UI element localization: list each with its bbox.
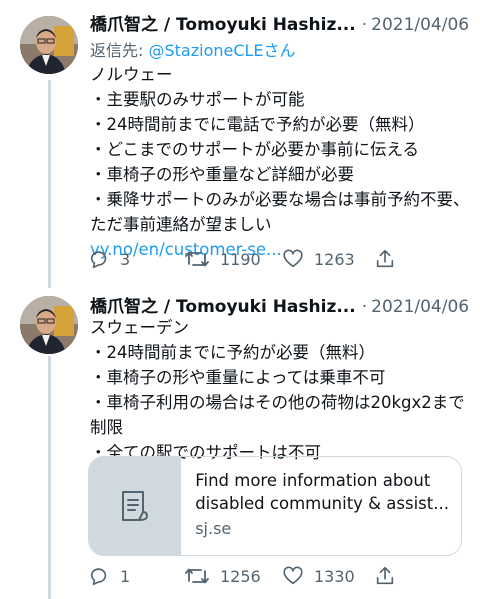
reply-button[interactable]: 3 [88,245,130,273]
retweet-count: 1256 [220,566,261,586]
speech-bubble-icon [90,251,107,269]
like-button[interactable]: 1330 [282,562,355,590]
card-thumbnail [89,457,182,555]
tweet-header: 橋爪智之 / Tomoyuki Hashiz... · 2021/04/06 [90,10,472,34]
tweet-text-line: ・乗降サポートのみが必要な場合は事前予約不要、 [90,190,470,209]
tweet-date[interactable]: 2021/04/06 [371,297,469,316]
profile-photo [20,16,78,74]
profile-photo [20,296,78,354]
retweet-count: 1190 [220,249,261,269]
tweet-text-line: ・車椅子利用の場合はその他の荷物は20kgx2まで [90,393,465,412]
card-title-line: disabled community & assist... [195,494,449,513]
tweet-header: 橋爪智之 / Tomoyuki Hashiz... · 2021/04/06 [90,292,472,316]
tweet-actions: 1 1256 1330 [88,562,408,590]
tweet-date[interactable]: 2021/04/06 [371,15,469,34]
like-count: 1330 [314,566,355,586]
retweet-button[interactable]: 1190 [184,245,261,273]
document-icon [121,491,148,521]
avatar[interactable] [20,296,78,354]
heart-icon [283,249,303,268]
like-button[interactable]: 1263 [282,245,355,273]
separator-dot: · [361,15,368,34]
link-preview-card[interactable]: Find more information about disabled com… [88,456,462,556]
reply-prefix: 返信先: [90,41,149,60]
like-count: 1263 [314,249,355,269]
retweet-arrows-icon [185,568,209,584]
card-domain: sj.se [195,519,232,538]
tweet-text-line: ・24時間前までに電話で予約が必要（無料） [90,115,425,134]
reply-mention-link[interactable]: @StazioneCLEさん [148,41,295,60]
tweet-text: スウェーデン ・24時間前までに予約が必要（無料） ・車椅子の形や重量によっては… [90,315,470,465]
retweet-button[interactable]: 1256 [184,562,261,590]
card-info: Find more information about disabled com… [181,457,461,555]
reply-button[interactable]: 1 [88,562,130,590]
thread-connector-line [48,356,51,599]
thread-connector-line [48,80,51,288]
tweet-text-line: ただ事前連絡が望ましい [90,215,272,234]
tweet-text-line: ・車椅子の形や重量など詳細が必要 [90,165,354,184]
tweet-text-line: スウェーデン [90,318,189,337]
share-upload-icon [376,566,394,585]
reply-count: 1 [120,566,131,586]
tweet-actions: 3 1190 1263 [88,245,408,273]
tweet-text-line: ・車椅子の形や重量によっては乗車不可 [90,368,386,387]
author-name[interactable]: 橋爪智之 / Tomoyuki Hashiz... [90,297,356,316]
avatar[interactable] [20,16,78,74]
tweet-text: ノルウェー ・主要駅のみサポートが可能 ・24時間前までに電話で予約が必要（無料… [90,62,470,262]
share-button[interactable] [374,245,396,273]
retweet-arrows-icon [185,251,209,267]
tweet-text-line: ・どこまでのサポートが必要か事前に伝える [90,140,420,159]
speech-bubble-icon [90,568,107,586]
separator-dot: · [361,297,368,316]
share-button[interactable] [374,562,396,590]
share-upload-icon [376,249,394,268]
reply-count: 3 [120,249,131,269]
tweet-text-line: ノルウェー [90,65,173,84]
tweet-text-line: ・主要駅のみサポートが可能 [90,90,305,109]
card-title-line: Find more information about [195,471,431,490]
reply-to-label: 返信先: @StazioneCLEさん [90,37,296,61]
heart-icon [283,566,303,585]
author-name[interactable]: 橋爪智之 / Tomoyuki Hashiz... [90,15,356,34]
tweet-text-line: ・24時間前までに予約が必要（無料） [90,343,375,362]
tweet-text-line: 制限 [90,418,123,437]
